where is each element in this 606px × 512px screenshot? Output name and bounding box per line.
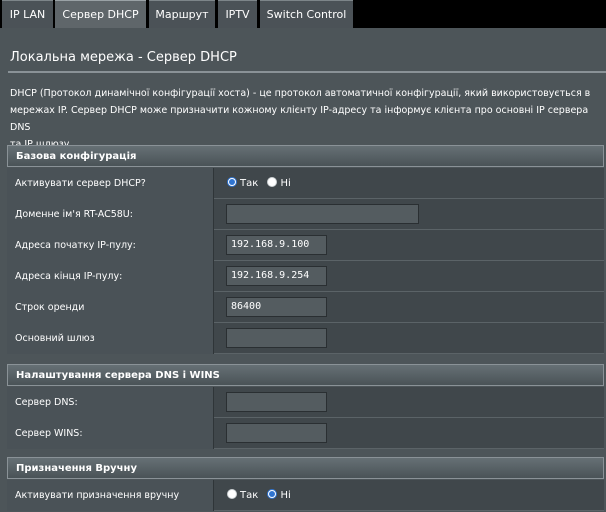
section-header-manual: Призначення Вручну xyxy=(7,457,604,479)
row-enable-dhcp: Активувати сервер DHCP? Так Ні xyxy=(7,168,604,199)
wins-label: Сервер WINS: xyxy=(7,418,214,449)
enable-manual-yes-label: Так xyxy=(240,490,259,501)
domain-name-input[interactable] xyxy=(226,204,419,224)
tab-ip-lan[interactable]: IP LAN xyxy=(2,0,53,28)
tab-iptv[interactable]: IPTV xyxy=(218,0,257,28)
pool-start-label: Адреса початку IP-пулу: xyxy=(7,230,214,261)
pool-end-label: Адреса кінця IP-пулу: xyxy=(7,261,214,292)
lease-time-label: Строк оренди xyxy=(7,292,214,323)
row-domain-name: Доменне ім'я RT-AC58U: xyxy=(7,199,604,230)
row-gateway: Основний шлюз xyxy=(7,323,604,354)
enable-dhcp-no-radio[interactable] xyxy=(267,177,278,187)
page-description: DHCP (Протокол динамічної конфігурації х… xyxy=(10,85,606,153)
pool-end-input[interactable]: 192.168.9.254 xyxy=(226,266,327,286)
pool-start-input[interactable]: 192.168.9.100 xyxy=(226,235,327,255)
row-lease-time: Строк оренди 86400 xyxy=(7,292,604,323)
wins-input[interactable] xyxy=(226,423,327,443)
tab-bar: IP LAN Сервер DHCP Маршрут IPTV Switch C… xyxy=(0,0,606,28)
description-line: мережах IP. Сервер DHCP може призначити … xyxy=(10,105,589,133)
row-dns: Сервер DNS: xyxy=(7,387,604,418)
page-title: Локальна мережа - Сервер DHCP xyxy=(10,50,237,65)
enable-manual-label: Активувати призначення вручну xyxy=(7,480,214,511)
enable-manual-yes-radio[interactable] xyxy=(227,489,237,499)
section-header-dns-wins: Налаштування сервера DNS і WINS xyxy=(7,364,604,386)
row-wins: Сервер WINS: xyxy=(7,418,604,449)
tab-switch-control[interactable]: Switch Control xyxy=(260,0,353,28)
enable-dhcp-label: Активувати сервер DHCP? xyxy=(7,168,214,199)
enable-manual-no-label: Ні xyxy=(280,490,291,501)
gateway-input[interactable] xyxy=(226,328,327,348)
enable-dhcp-no-label: Ні xyxy=(280,178,291,189)
title-divider xyxy=(8,71,606,73)
section-header-basic: Базова конфігурація xyxy=(7,145,604,167)
tab-dhcp-server[interactable]: Сервер DHCP xyxy=(55,0,146,28)
tab-route[interactable]: Маршрут xyxy=(149,0,215,28)
dhcp-panel: Локальна мережа - Сервер DHCP DHCP (Прот… xyxy=(0,28,606,512)
enable-dhcp-yes-label: Так xyxy=(240,178,259,189)
domain-name-label: Доменне ім'я RT-AC58U: xyxy=(7,199,214,230)
enable-dhcp-yes-radio[interactable] xyxy=(227,177,237,187)
row-pool-end: Адреса кінця IP-пулу: 192.168.9.254 xyxy=(7,261,604,292)
lease-time-input[interactable]: 86400 xyxy=(226,297,327,317)
dns-label: Сервер DNS: xyxy=(7,387,214,418)
gateway-label: Основний шлюз xyxy=(7,323,214,354)
dns-input[interactable] xyxy=(226,392,327,412)
description-line: DHCP (Протокол динамічної конфігурації х… xyxy=(10,88,591,99)
enable-manual-no-radio[interactable] xyxy=(267,489,278,499)
row-enable-manual: Активувати призначення вручну Так Ні xyxy=(7,480,604,511)
row-pool-start: Адреса початку IP-пулу: 192.168.9.100 xyxy=(7,230,604,261)
